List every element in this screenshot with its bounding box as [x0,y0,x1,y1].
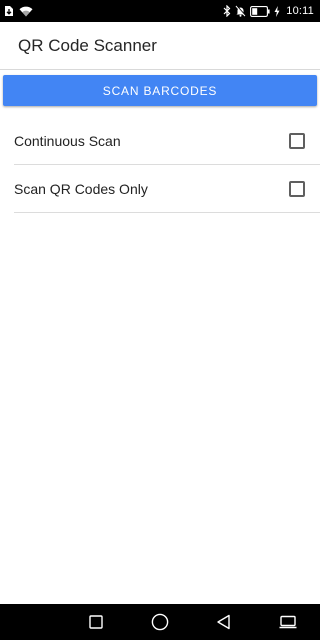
scan-qr-only-row[interactable]: Scan QR Codes Only [14,165,320,213]
screen-cast-icon [279,615,297,629]
app-title: QR Code Scanner [18,36,157,55]
app-bar: QR Code Scanner [0,22,320,70]
home-circle-icon [151,613,169,631]
status-right-icons: 10:11 [223,3,314,19]
back-button[interactable] [215,613,233,631]
mute-icon [235,5,247,17]
recents-square-icon [89,615,103,629]
status-time: 10:11 [286,5,314,17]
charging-icon [274,5,280,17]
continuous-scan-label: Continuous Scan [14,133,121,149]
recents-button[interactable] [87,613,105,631]
scan-options-list: Continuous Scan Scan QR Codes Only [14,117,320,213]
scan-qr-only-checkbox[interactable] [289,181,305,197]
battery-icon [250,5,270,17]
continuous-scan-row[interactable]: Continuous Scan [14,117,320,165]
screen-cast-button[interactable] [279,613,297,631]
download-notification-icon [4,5,14,17]
scan-barcodes-button[interactable]: Scan Barcodes [3,75,317,106]
status-left-icons [4,3,33,19]
scan-qr-only-label: Scan QR Codes Only [14,181,148,197]
continuous-scan-checkbox[interactable] [289,133,305,149]
wifi-icon [19,6,33,17]
home-button[interactable] [151,613,169,631]
status-bar: 10:11 [0,0,320,22]
bluetooth-icon [223,5,231,17]
back-triangle-icon [216,614,232,630]
navigation-bar [0,604,320,640]
